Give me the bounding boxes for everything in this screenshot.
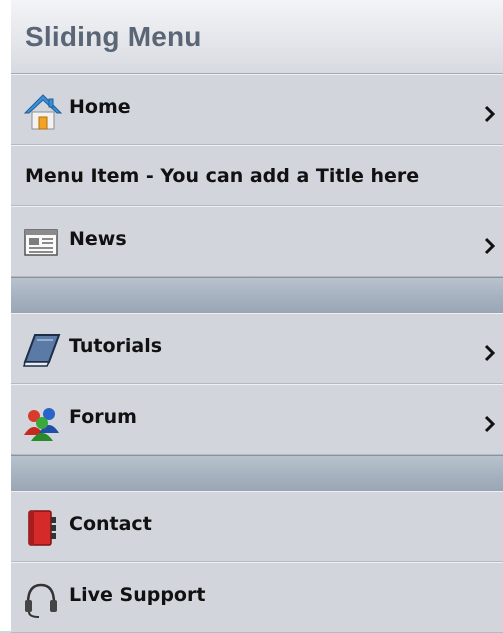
menu-item-tutorials-label: Tutorials	[69, 335, 163, 357]
menu-item-contact[interactable]: Contact	[11, 491, 503, 562]
address-book-icon	[23, 509, 59, 551]
menu-item-tutorials[interactable]: Tutorials	[11, 313, 503, 384]
menu-item-live-support-label: Live Support	[69, 584, 206, 606]
section-divider	[11, 455, 503, 491]
section-divider	[11, 277, 503, 313]
chevron-right-icon	[482, 344, 498, 362]
menu-item-news[interactable]: News	[11, 206, 503, 277]
headset-icon	[23, 579, 59, 623]
menu-item-news-label: News	[69, 228, 127, 250]
menu-title: Sliding Menu	[25, 21, 202, 52]
chevron-right-icon	[482, 105, 498, 123]
chevron-right-icon	[482, 415, 498, 433]
menu-item-home[interactable]: Home	[11, 74, 503, 145]
users-icon	[23, 405, 63, 445]
sliding-menu: Sliding Menu Home Menu Item - You can ad…	[11, 0, 503, 633]
menu-item-live-support[interactable]: Live Support	[11, 562, 503, 633]
menu-heading-label: Menu Item - You can add a Title here	[25, 165, 420, 187]
menu-heading: Menu Item - You can add a Title here	[11, 145, 503, 206]
news-icon	[23, 226, 59, 262]
menu-item-contact-label: Contact	[69, 513, 152, 535]
menu-item-forum-label: Forum	[69, 406, 137, 428]
app-frame: Sliding Menu Home Menu Item - You can ad…	[0, 0, 503, 633]
menu-item-forum[interactable]: Forum	[11, 384, 503, 455]
left-gutter	[0, 0, 11, 631]
menu-item-home-label: Home	[69, 96, 131, 118]
menu-header: Sliding Menu	[11, 0, 503, 74]
home-icon	[23, 93, 63, 135]
chevron-right-icon	[482, 237, 498, 255]
book-icon	[23, 332, 61, 372]
